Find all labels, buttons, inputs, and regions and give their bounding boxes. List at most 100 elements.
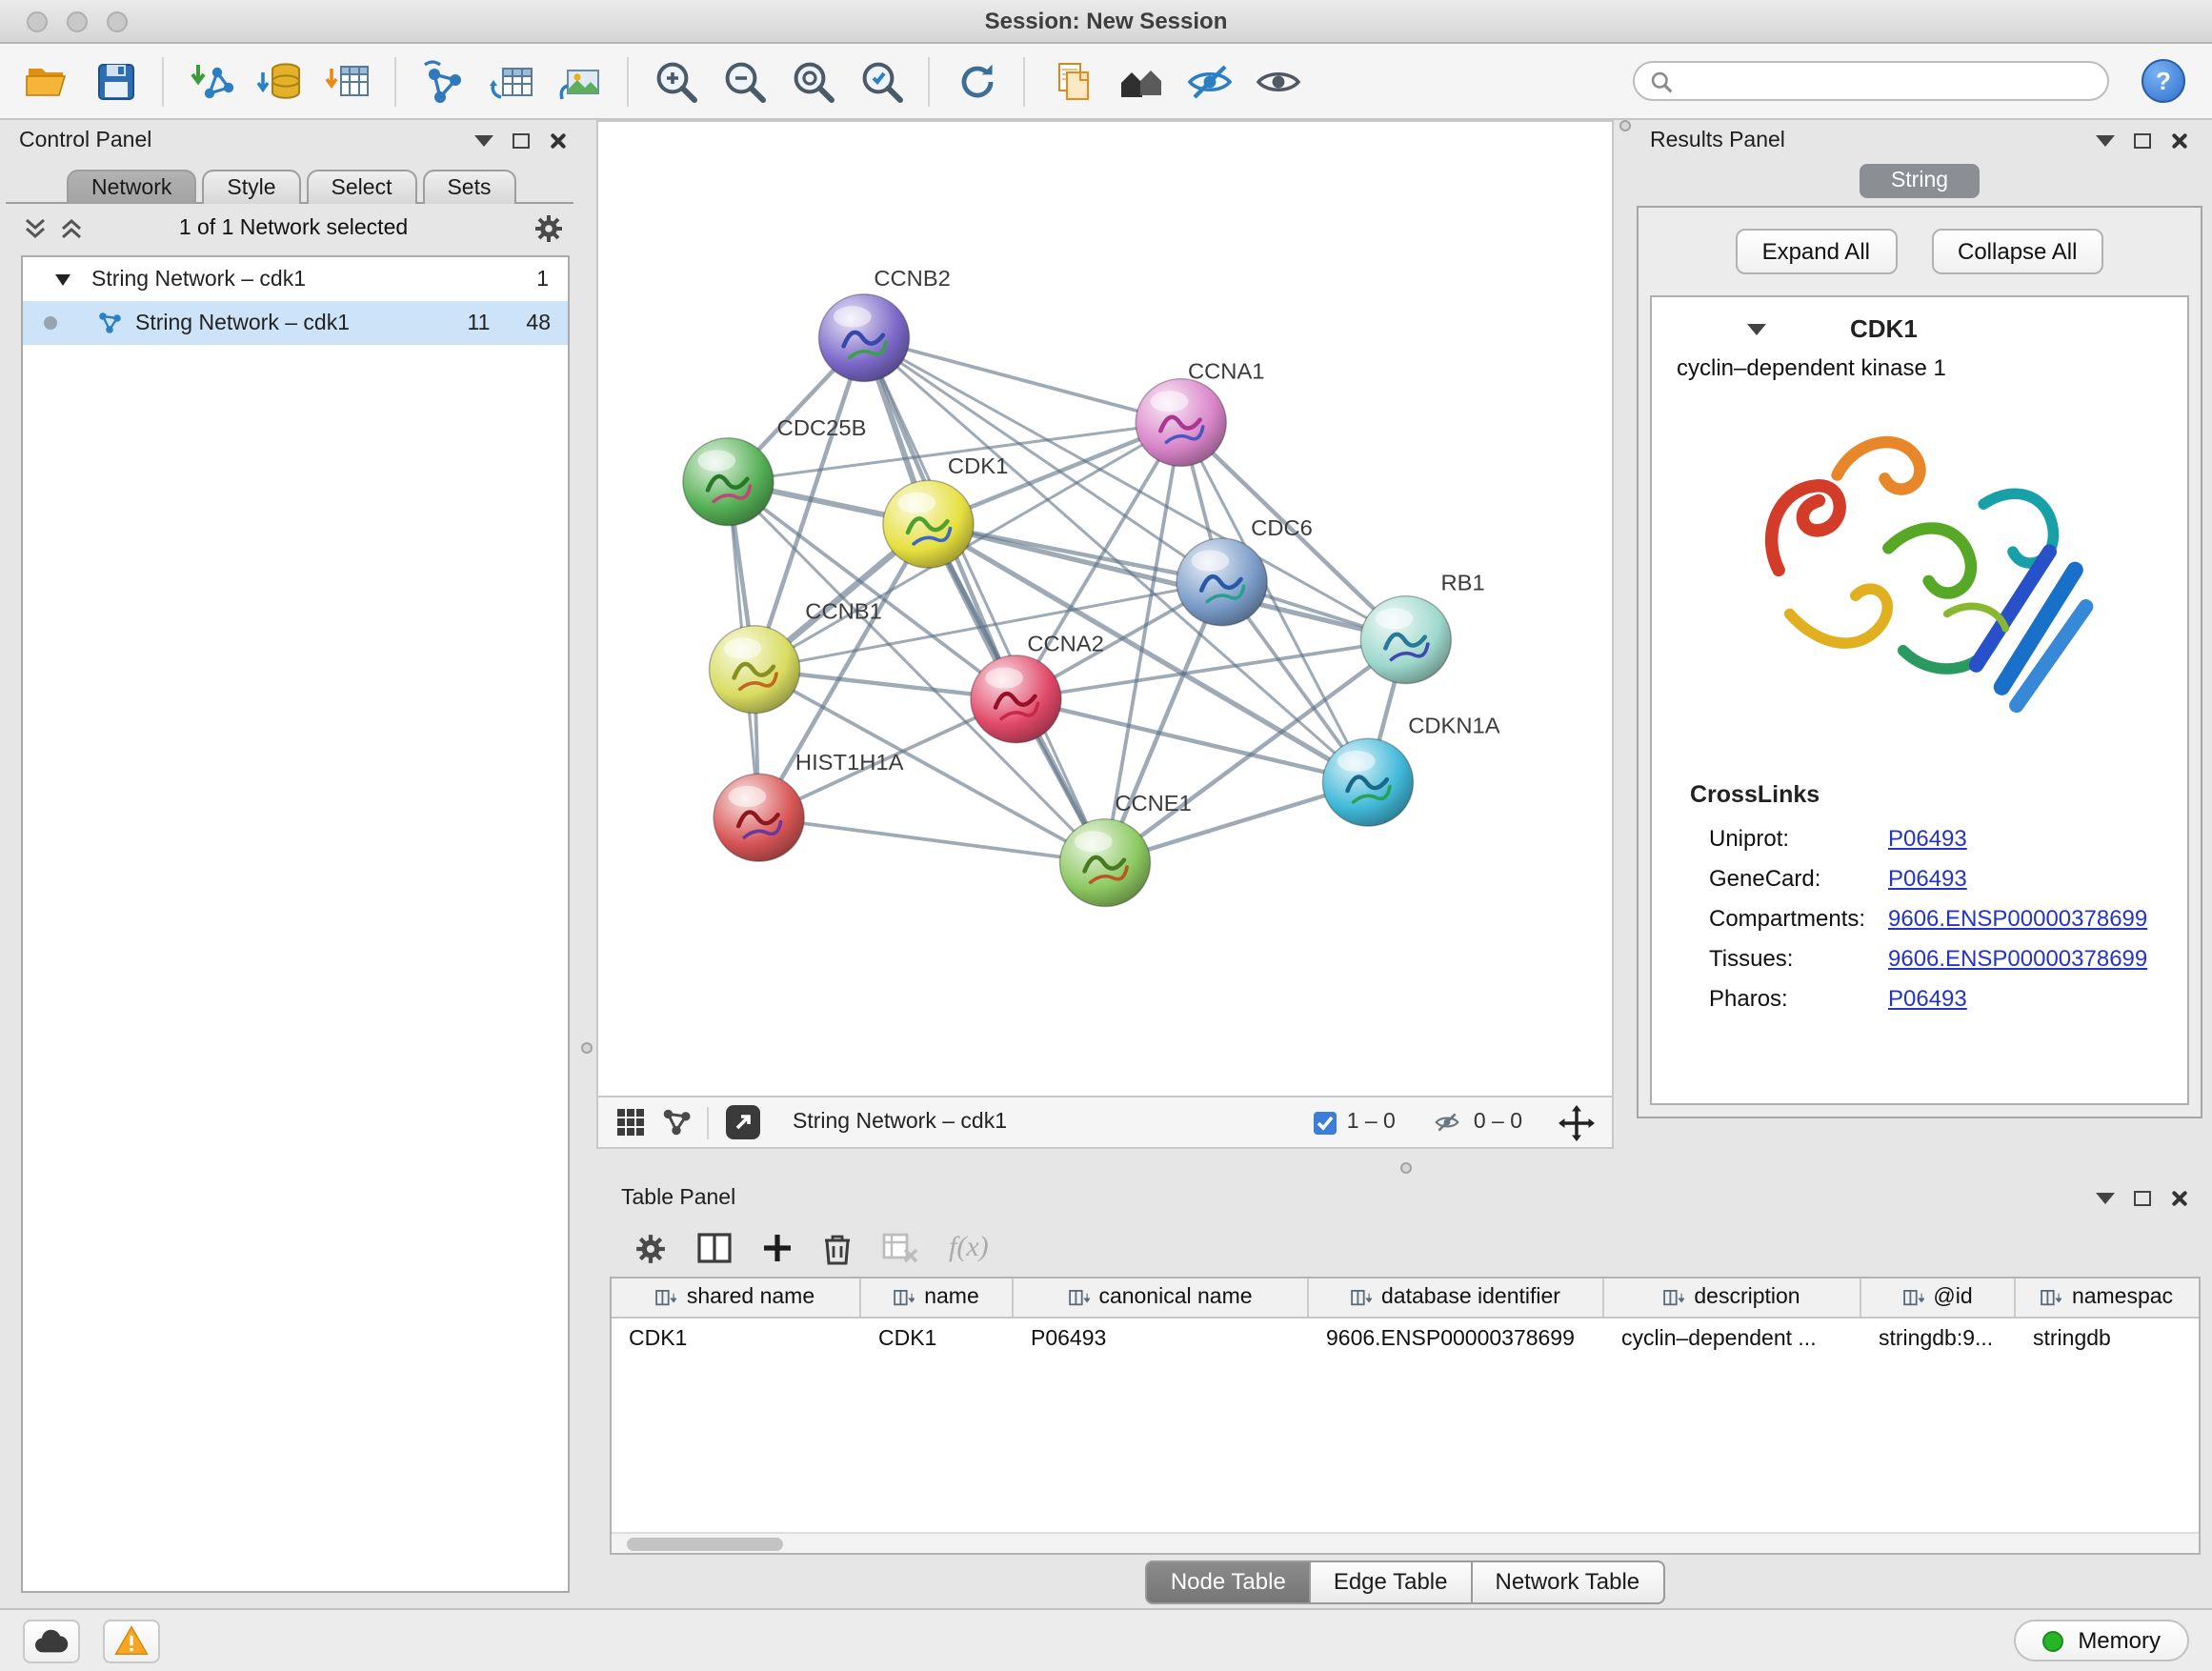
import-table-button[interactable] bbox=[320, 53, 375, 109]
table-panel-float-button[interactable] bbox=[2134, 1191, 2151, 1206]
results-panel-close-button[interactable] bbox=[2170, 131, 2189, 151]
show-all-button[interactable] bbox=[1250, 53, 1305, 109]
cell-namespace[interactable]: stringdb bbox=[2016, 1319, 2199, 1359]
import-network-file-button[interactable] bbox=[183, 53, 238, 109]
cell-id[interactable]: stringdb:9... bbox=[1861, 1319, 2016, 1359]
warnings-button[interactable] bbox=[103, 1619, 160, 1662]
cell-name[interactable]: CDK1 bbox=[861, 1319, 1014, 1359]
network-row-selected[interactable]: String Network – cdk1 11 48 bbox=[23, 301, 568, 345]
home-button[interactable] bbox=[1113, 53, 1168, 109]
cell-database-identifier[interactable]: 9606.ENSP00000378699 bbox=[1309, 1319, 1604, 1359]
tab-style[interactable]: Style bbox=[202, 170, 300, 204]
control-panel-close-button[interactable] bbox=[549, 131, 568, 151]
clipboard-button[interactable] bbox=[1044, 53, 1099, 109]
delete-column-button[interactable] bbox=[823, 1232, 852, 1264]
export-view-icon[interactable] bbox=[724, 1103, 762, 1141]
cell-description[interactable]: cyclin–dependent ... bbox=[1604, 1319, 1861, 1359]
open-session-button[interactable] bbox=[19, 53, 74, 109]
tab-network[interactable]: Network bbox=[67, 170, 196, 204]
column-header[interactable]: description bbox=[1604, 1278, 1861, 1317]
expand-all-button[interactable]: Expand All bbox=[1736, 229, 1897, 274]
tab-string[interactable]: String bbox=[1860, 164, 1979, 198]
tissues-link[interactable]: 9606.ENSP00000378699 bbox=[1888, 944, 2147, 971]
hidden-eye-icon[interactable] bbox=[1432, 1109, 1464, 1136]
network-node-ccna1[interactable]: CCNA1 bbox=[1136, 359, 1264, 466]
apply-layout-button[interactable] bbox=[949, 53, 1004, 109]
entry-disclosure-icon[interactable] bbox=[1747, 323, 1766, 334]
network-node-cdk1[interactable]: CDK1 bbox=[883, 453, 1008, 568]
tab-sets[interactable]: Sets bbox=[422, 170, 515, 204]
column-header[interactable]: database identifier bbox=[1309, 1278, 1604, 1317]
expand-all-icon[interactable] bbox=[59, 217, 84, 240]
tab-network-table[interactable]: Network Table bbox=[1473, 1560, 1665, 1603]
cell-shared-name[interactable]: CDK1 bbox=[612, 1319, 861, 1359]
sort-icon bbox=[894, 1289, 915, 1306]
add-column-button[interactable] bbox=[762, 1233, 793, 1263]
zoom-in-button[interactable] bbox=[648, 53, 703, 109]
minimize-window-button[interactable] bbox=[67, 10, 88, 31]
clone-network-button[interactable] bbox=[484, 53, 539, 109]
collapse-all-icon[interactable] bbox=[23, 217, 48, 240]
hide-selected-button[interactable] bbox=[1181, 53, 1237, 109]
network-canvas[interactable]: CCNB2CCNA1CDC25BCDK1CDC6RB1CCNB1CCNA2CDK… bbox=[598, 122, 1612, 1096]
window-controls bbox=[27, 10, 128, 31]
column-header[interactable]: name bbox=[861, 1278, 1014, 1317]
network-edge[interactable] bbox=[759, 817, 1105, 862]
pharos-link[interactable]: P06493 bbox=[1888, 984, 1967, 1011]
results-panel-collapse-button[interactable] bbox=[2096, 135, 2115, 147]
column-header[interactable]: @id bbox=[1861, 1278, 2016, 1317]
new-network-button[interactable] bbox=[415, 53, 471, 109]
search-input[interactable] bbox=[1682, 68, 2092, 94]
cloud-button[interactable] bbox=[23, 1619, 80, 1662]
vertical-splitter[interactable] bbox=[581, 120, 596, 1608]
select-columns-button[interactable] bbox=[697, 1233, 732, 1263]
table-row[interactable]: CDK1 CDK1 P06493 9606.ENSP00000378699 cy… bbox=[612, 1319, 2199, 1359]
maximize-window-button[interactable] bbox=[107, 10, 128, 31]
zoom-selected-button[interactable] bbox=[854, 53, 909, 109]
help-button[interactable]: ? bbox=[2142, 59, 2185, 103]
uniprot-link[interactable]: P06493 bbox=[1888, 824, 1967, 851]
search-field[interactable] bbox=[1633, 61, 2109, 101]
collapse-all-button[interactable]: Collapse All bbox=[1931, 229, 2103, 274]
selected-checkbox-icon[interactable] bbox=[1313, 1110, 1337, 1135]
column-header[interactable]: canonical name bbox=[1014, 1278, 1309, 1317]
network-node-ccnb2[interactable]: CCNB2 bbox=[819, 266, 951, 381]
genecard-link[interactable]: P06493 bbox=[1888, 864, 1967, 891]
control-panel-float-button[interactable] bbox=[513, 133, 530, 149]
tab-node-table[interactable]: Node Table bbox=[1146, 1560, 1311, 1603]
network-node-cdkn1a[interactable]: CDKN1A bbox=[1322, 714, 1500, 826]
horizontal-scrollbar[interactable] bbox=[612, 1532, 2199, 1553]
network-overview-icon[interactable] bbox=[661, 1107, 692, 1137]
network-node-rb1[interactable]: RB1 bbox=[1360, 571, 1484, 683]
import-database-icon bbox=[254, 56, 304, 106]
column-header[interactable]: namespac bbox=[2016, 1278, 2199, 1317]
scrollbar-thumb[interactable] bbox=[627, 1538, 783, 1551]
zoom-fit-button[interactable] bbox=[785, 53, 840, 109]
zoom-out-button[interactable] bbox=[716, 53, 772, 109]
new-view-button[interactable] bbox=[553, 53, 608, 109]
results-panel-float-button[interactable] bbox=[2134, 133, 2151, 149]
compartments-link[interactable]: 9606.ENSP00000378699 bbox=[1888, 904, 2147, 931]
table-settings-button[interactable] bbox=[634, 1232, 667, 1264]
disclosure-triangle-icon[interactable] bbox=[55, 273, 70, 285]
control-panel-collapse-button[interactable] bbox=[474, 135, 493, 147]
network-edge[interactable] bbox=[864, 338, 1105, 863]
horizontal-splitter[interactable] bbox=[596, 1160, 2202, 1178]
cell-canonical-name[interactable]: P06493 bbox=[1014, 1319, 1309, 1359]
table-panel-collapse-button[interactable] bbox=[2096, 1193, 2115, 1204]
network-node-hist1h1a[interactable]: HIST1H1A bbox=[714, 750, 904, 861]
network-collection-row[interactable]: String Network – cdk1 1 bbox=[23, 257, 568, 301]
save-session-button[interactable] bbox=[88, 53, 143, 109]
memory-button[interactable]: Memory bbox=[2013, 1620, 2189, 1661]
tab-select[interactable]: Select bbox=[307, 170, 417, 204]
table-panel-close-button[interactable] bbox=[2170, 1189, 2189, 1208]
close-window-button[interactable] bbox=[27, 10, 48, 31]
grid-view-icon[interactable] bbox=[615, 1107, 646, 1137]
network-node-ccnb1[interactable]: CCNB1 bbox=[710, 599, 882, 714]
import-network-database-button[interactable] bbox=[251, 53, 307, 109]
pan-move-icon[interactable] bbox=[1558, 1104, 1595, 1140]
network-node-cdc6[interactable]: CDC6 bbox=[1176, 515, 1313, 625]
gear-icon[interactable] bbox=[533, 213, 564, 244]
tab-edge-table[interactable]: Edge Table bbox=[1311, 1560, 1473, 1603]
column-header[interactable]: shared name bbox=[612, 1278, 861, 1317]
